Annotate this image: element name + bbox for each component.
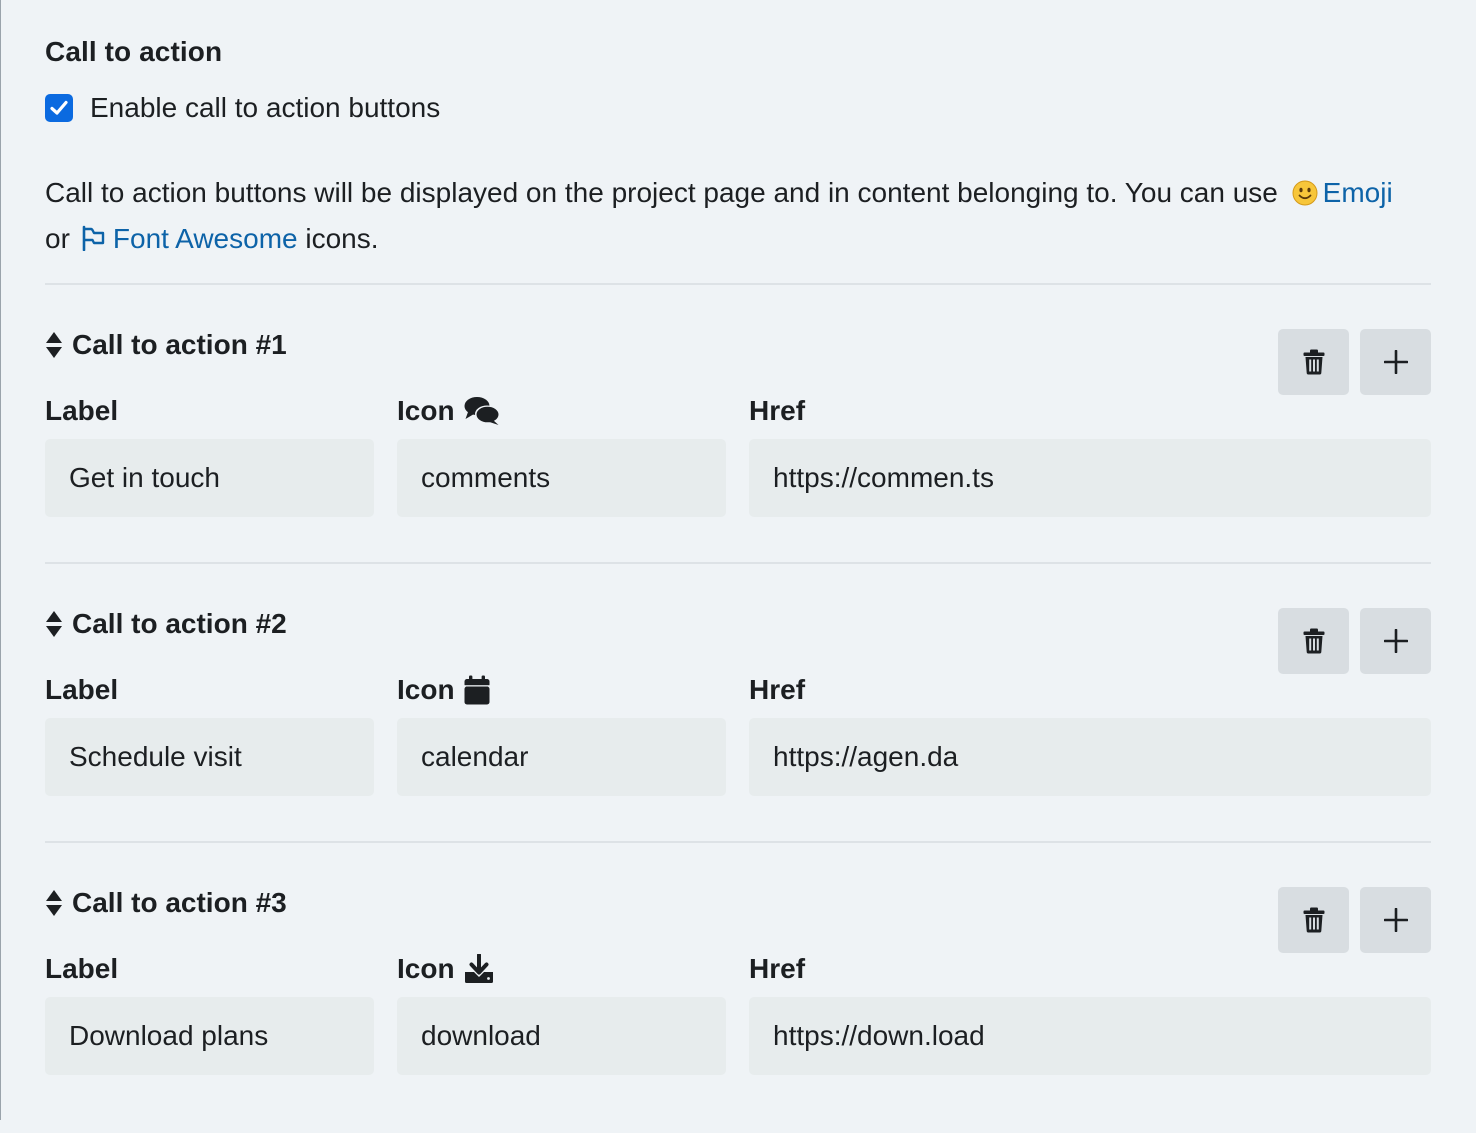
icon-field-label-text: Icon: [397, 674, 455, 705]
plus-icon: [1383, 908, 1408, 932]
cta-title-text: Call to action #2: [72, 608, 287, 639]
icon-input[interactable]: download: [397, 997, 726, 1075]
label-field-label: Label: [45, 953, 119, 984]
add-cta-button[interactable]: [1360, 887, 1431, 953]
label-input[interactable]: Schedule visit: [45, 718, 374, 796]
enable-cta-checkbox[interactable]: [45, 94, 73, 122]
cta-title-text: Call to action #3: [72, 887, 287, 918]
divider: [45, 283, 1431, 285]
section-title: Call to action: [45, 36, 223, 67]
href-input[interactable]: https://commen.ts: [749, 439, 1431, 517]
icon-field-label: Icon: [397, 953, 494, 985]
icon-field-label-text: Icon: [397, 395, 455, 426]
href-field-label: Href: [749, 953, 806, 984]
icon-field-label: Icon: [397, 674, 490, 706]
href-input[interactable]: https://down.load: [749, 997, 1431, 1075]
divider: [45, 562, 1431, 564]
cta-item: Call to action #3 Label Icon Href Downlo…: [45, 887, 1431, 1133]
trash-icon: [1303, 628, 1324, 654]
sort-handle-icon[interactable]: [45, 331, 63, 359]
enable-cta-label[interactable]: Enable call to action buttons: [90, 92, 440, 124]
description-after: icons.: [305, 223, 379, 254]
comments-icon: [464, 397, 499, 425]
cta-description: Call to action buttons will be displayed…: [45, 170, 1445, 262]
cta-title: Call to action #1: [45, 329, 287, 361]
font-awesome-link[interactable]: Font Awesome: [113, 223, 298, 254]
href-field-label: Href: [749, 674, 806, 705]
delete-cta-button[interactable]: [1278, 887, 1349, 953]
icon-input[interactable]: comments: [397, 439, 726, 517]
emoji-link[interactable]: Emoji: [1323, 177, 1393, 208]
label-field-label: Label: [45, 674, 119, 705]
panel-left-border: [0, 0, 1, 1120]
label-field-label: Label: [45, 395, 119, 426]
checkmark-icon: [50, 100, 68, 115]
flag-icon: [82, 225, 105, 251]
icon-input[interactable]: calendar: [397, 718, 726, 796]
href-input[interactable]: https://agen.da: [749, 718, 1431, 796]
icon-field-label-text: Icon: [397, 953, 455, 984]
icon-field-label: Icon: [397, 395, 500, 427]
add-cta-button[interactable]: [1360, 608, 1431, 674]
description-or: or: [45, 223, 70, 254]
trash-icon: [1303, 907, 1324, 933]
add-cta-button[interactable]: [1360, 329, 1431, 395]
cta-title-text: Call to action #1: [72, 329, 287, 360]
divider: [45, 841, 1431, 843]
cta-item: Call to action #1 Label Icon Href Get in…: [45, 329, 1431, 575]
label-input[interactable]: Get in touch: [45, 439, 374, 517]
calendar-icon: [464, 675, 490, 705]
cta-title: Call to action #3: [45, 887, 287, 919]
label-input[interactable]: Download plans: [45, 997, 374, 1075]
cta-item: Call to action #2 Label Icon Href Schedu…: [45, 608, 1431, 854]
trash-icon: [1303, 349, 1324, 375]
smiley-emoji-icon: [1292, 180, 1318, 206]
download-icon: [464, 954, 493, 983]
sort-handle-icon[interactable]: [45, 889, 63, 917]
cta-title: Call to action #2: [45, 608, 287, 640]
plus-icon: [1383, 350, 1408, 374]
href-field-label: Href: [749, 395, 806, 426]
plus-icon: [1383, 629, 1408, 653]
description-text: Call to action buttons will be displayed…: [45, 177, 1278, 208]
enable-cta-row[interactable]: Enable call to action buttons: [45, 92, 440, 124]
delete-cta-button[interactable]: [1278, 608, 1349, 674]
delete-cta-button[interactable]: [1278, 329, 1349, 395]
sort-handle-icon[interactable]: [45, 610, 63, 638]
